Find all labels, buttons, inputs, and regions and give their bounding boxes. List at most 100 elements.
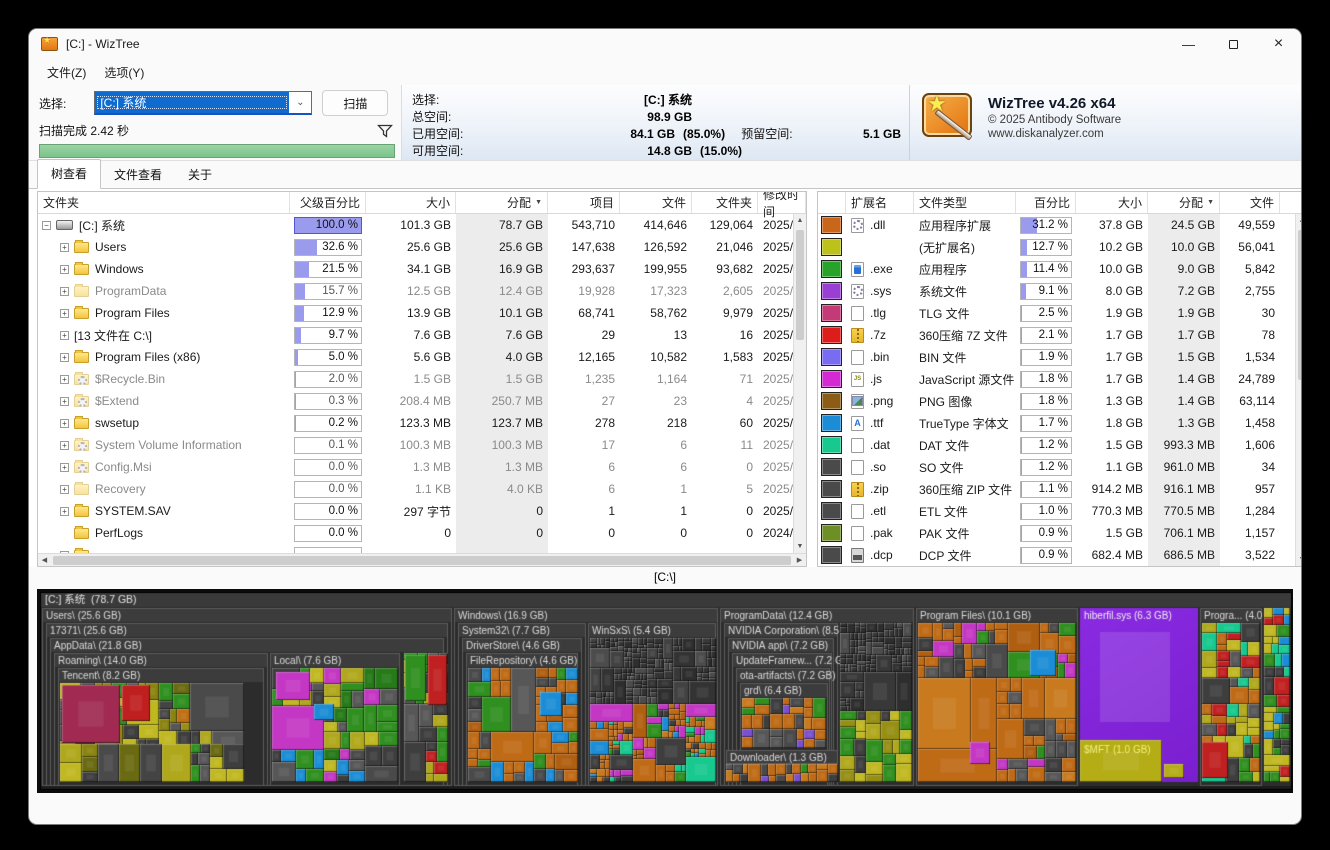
table-row[interactable]: −[C:] 系统100.0 %101.3 GB78.7 GB543,710414…: [38, 214, 806, 236]
scroll-up-icon[interactable]: ▲: [1296, 214, 1302, 227]
table-row[interactable]: .tlgTLG 文件2.5 %1.9 GB1.9 GB30: [818, 302, 1302, 324]
scroll-right-icon[interactable]: ▶: [793, 556, 806, 564]
column-header-7[interactable]: 修改时间: [758, 192, 806, 213]
extension-pane: 扩展名文件类型百分比大小分配▼文件.dll应用程序扩展31.2 %37.8 GB…: [817, 191, 1302, 567]
column-header-3[interactable]: 分配▼: [456, 192, 548, 213]
table-row[interactable]: .pakPAK 文件0.9 %1.5 GB706.1 MB1,157: [818, 522, 1302, 544]
column-header-4[interactable]: 项目: [548, 192, 620, 213]
extension-cell: .zip: [846, 478, 914, 500]
table-row[interactable]: .datDAT 文件1.2 %1.5 GB993.3 MB1,606: [818, 434, 1302, 456]
swatch-cell: [818, 566, 846, 567]
expand-toggle-icon[interactable]: +: [60, 287, 69, 296]
ext-table-header: 扩展名文件类型百分比大小分配▼文件: [818, 192, 1302, 214]
table-row[interactable]: .dcpDCP 文件0.9 %682.4 MB686.5 MB3,522: [818, 544, 1302, 566]
table-row[interactable]: +Windows21.5 %34.1 GB16.9 GB293,637199,9…: [38, 258, 806, 280]
swatch-cell: [818, 390, 846, 412]
minimize-button[interactable]: —: [1166, 29, 1211, 59]
table-row[interactable]: PerfLogs0.0 %000002024/4/: [38, 522, 806, 544]
treemap-container[interactable]: [37, 589, 1293, 793]
scroll-thumb[interactable]: [1298, 230, 1302, 380]
expand-toggle-icon[interactable]: +: [60, 441, 69, 450]
column-header-1[interactable]: 父级百分比: [290, 192, 366, 213]
table-row[interactable]: +Users32.6 %25.6 GB25.6 GB147,638126,592…: [38, 236, 806, 258]
column-header-2[interactable]: 百分比: [1016, 192, 1076, 213]
scroll-thumb[interactable]: [53, 556, 791, 565]
table-row[interactable]: (无扩展名)12.7 %10.2 GB10.0 GB56,041: [818, 236, 1302, 258]
table-row[interactable]: .7z360压缩 7Z 文件2.1 %1.7 GB1.7 GB78: [818, 324, 1302, 346]
table-row[interactable]: +$Extend0.3 %208.4 MB250.7 MB272342025/7…: [38, 390, 806, 412]
expand-toggle-icon[interactable]: +: [60, 463, 69, 472]
table-row[interactable]: [818, 566, 1302, 567]
color-swatch: [821, 370, 842, 388]
filter-icon[interactable]: [377, 123, 393, 139]
column-header-2[interactable]: 大小: [366, 192, 456, 213]
table-row[interactable]: +Program Files (x86)5.0 %5.6 GB4.0 GB12,…: [38, 346, 806, 368]
table-row[interactable]: +SYSTEM.SAV0.0 %297 字节01102025/7/: [38, 500, 806, 522]
scroll-thumb[interactable]: [796, 230, 804, 340]
expand-toggle-icon[interactable]: +: [60, 265, 69, 274]
scroll-left-icon[interactable]: ◀: [38, 556, 51, 564]
website-link[interactable]: www.diskanalyzer.com: [988, 128, 1121, 140]
expand-toggle-icon[interactable]: +: [60, 309, 69, 318]
column-header-3[interactable]: 大小: [1076, 192, 1148, 213]
table-row[interactable]: .etlETL 文件1.0 %770.3 MB770.5 MB1,284: [818, 500, 1302, 522]
column-header-1[interactable]: 文件类型: [914, 192, 1016, 213]
column-header-6[interactable]: 文件夹: [692, 192, 758, 213]
table-row[interactable]: +$Recycle.Bin2.0 %1.5 GB1.5 GB1,2351,164…: [38, 368, 806, 390]
title-bar[interactable]: [C:] - WizTree — ×: [29, 29, 1301, 59]
table-row[interactable]: +ProgramData15.7 %12.5 GB12.4 GB19,92817…: [38, 280, 806, 302]
column-header-0[interactable]: 文件夹: [38, 192, 290, 213]
table-row[interactable]: .dll应用程序扩展31.2 %37.8 GB24.5 GB49,559: [818, 214, 1302, 236]
tab-about[interactable]: 关于: [175, 161, 225, 189]
column-header-4[interactable]: 分配▼: [1148, 192, 1220, 213]
scroll-up-icon[interactable]: ▲: [794, 214, 806, 227]
files-cell: 199,955: [620, 258, 692, 280]
table-row[interactable]: +Recovery0.0 %1.1 KB4.0 KB6152025/1/: [38, 478, 806, 500]
column-header-swatch[interactable]: [818, 192, 846, 213]
expand-toggle-icon[interactable]: +: [60, 331, 69, 340]
tab-tree-view[interactable]: 树查看: [37, 159, 101, 189]
menu-file[interactable]: 文件(Z): [39, 61, 94, 84]
expand-toggle-icon[interactable]: +: [60, 353, 69, 362]
table-row[interactable]: .binBIN 文件1.9 %1.7 GB1.5 GB1,534: [818, 346, 1302, 368]
expand-toggle-icon[interactable]: +: [60, 419, 69, 428]
column-header-label: 大小: [426, 194, 450, 211]
expand-toggle-icon[interactable]: +: [60, 243, 69, 252]
alloc-cell: 1.5 GB: [1148, 346, 1220, 368]
table-row[interactable]: +System Volume Information0.1 %100.3 MB1…: [38, 434, 806, 456]
column-header-5[interactable]: 文件: [620, 192, 692, 213]
table-row[interactable]: +Config.Msi0.0 %1.3 MB1.3 MB6602025/7/: [38, 456, 806, 478]
tab-file-view[interactable]: 文件查看: [101, 161, 175, 189]
menu-options[interactable]: 选项(Y): [96, 61, 152, 84]
table-row[interactable]: .soSO 文件1.2 %1.1 GB961.0 MB34: [818, 456, 1302, 478]
column-header-5[interactable]: 文件: [1220, 192, 1280, 213]
table-row[interactable]: .pngPNG 图像1.8 %1.3 GB1.4 GB63,114: [818, 390, 1302, 412]
maximize-button[interactable]: [1211, 29, 1256, 59]
expand-toggle-icon[interactable]: −: [42, 221, 51, 230]
horizontal-scrollbar[interactable]: ◀▶: [38, 553, 806, 566]
scan-button[interactable]: 扫描: [322, 90, 388, 116]
chevron-down-icon[interactable]: ⌄: [289, 92, 311, 113]
table-row[interactable]: .jsJavaScript 源文件1.8 %1.7 GB1.4 GB24,789: [818, 368, 1302, 390]
expand-toggle-icon[interactable]: +: [60, 507, 69, 516]
table-row[interactable]: +Program Files12.9 %13.9 GB10.1 GB68,741…: [38, 302, 806, 324]
table-row[interactable]: +swsetup0.2 %123.3 MB123.7 MB27821860202…: [38, 412, 806, 434]
expand-toggle-icon[interactable]: +: [60, 485, 69, 494]
table-row[interactable]: .exe应用程序11.4 %10.0 GB9.0 GB5,842: [818, 258, 1302, 280]
filetype-cell: 360压缩 ZIP 文件: [914, 478, 1016, 500]
percent-cell: 0.0 %: [290, 478, 366, 500]
table-row[interactable]: +[13 文件在 C:\]9.7 %7.6 GB7.6 GB2913162025…: [38, 324, 806, 346]
table-row[interactable]: .sys系统文件9.1 %8.0 GB7.2 GB2,755: [818, 280, 1302, 302]
scroll-down-icon[interactable]: ▼: [794, 540, 806, 553]
drive-select[interactable]: [C:] 系统 ⌄: [94, 91, 312, 115]
close-button[interactable]: ×: [1256, 29, 1301, 59]
treemap-canvas[interactable]: [40, 592, 1292, 790]
scroll-down-icon[interactable]: ▼: [1296, 553, 1302, 566]
table-row[interactable]: .ttfTrueType 字体文1.7 %1.8 GB1.3 GB1,458: [818, 412, 1302, 434]
vertical-scrollbar[interactable]: ▲▼: [1295, 214, 1302, 566]
expand-toggle-icon[interactable]: +: [60, 375, 69, 384]
column-header-0[interactable]: 扩展名: [846, 192, 914, 213]
vertical-scrollbar[interactable]: ▲▼: [793, 214, 806, 553]
expand-toggle-icon[interactable]: +: [60, 397, 69, 406]
table-row[interactable]: .zip360压缩 ZIP 文件1.1 %914.2 MB916.1 MB957: [818, 478, 1302, 500]
